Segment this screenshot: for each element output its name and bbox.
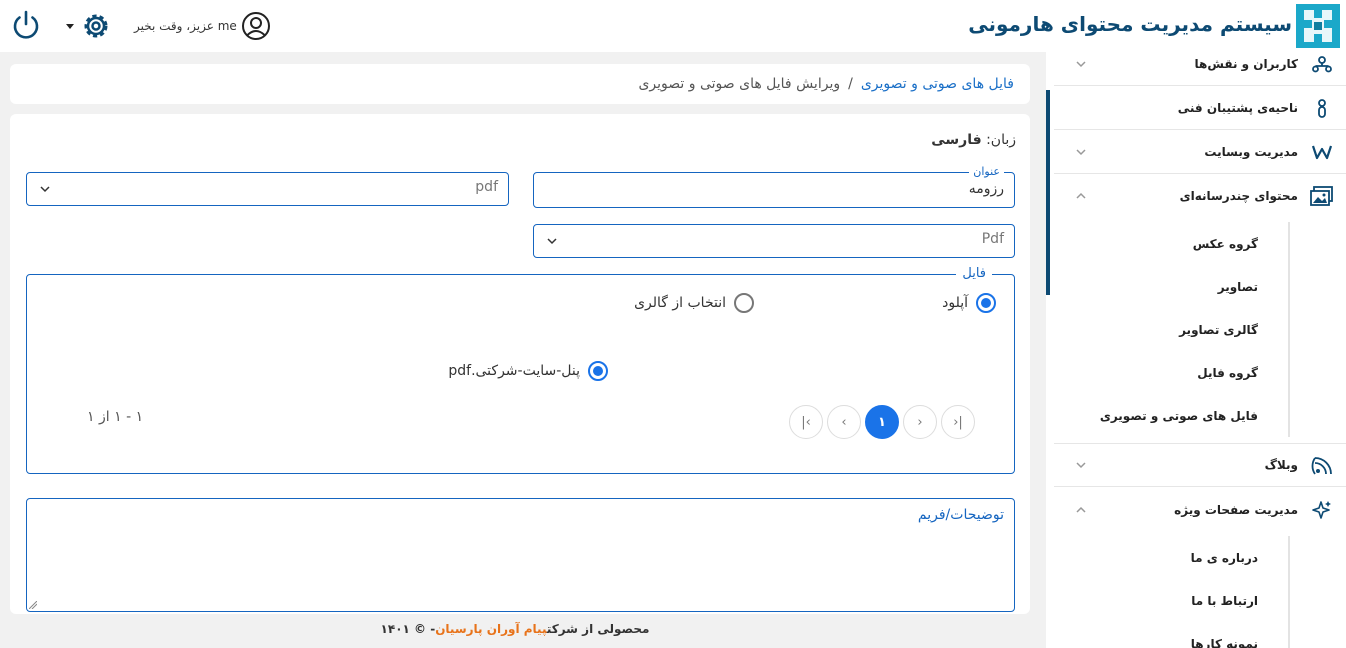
- chevron-down-icon: [1074, 57, 1088, 71]
- file-name: پنل-سایت-شرکتی.pdf: [448, 363, 580, 379]
- title-value: رزومه: [968, 181, 1004, 197]
- title-field[interactable]: عنوان رزومه: [533, 165, 1015, 208]
- sidebar-item-website[interactable]: مدیریت وبسایت: [1054, 130, 1346, 174]
- first-page-button[interactable]: |‹: [789, 405, 823, 439]
- chevron-down-icon: [40, 186, 50, 193]
- chevron-down-icon: [547, 238, 557, 245]
- chevron-left-icon: ‹: [841, 414, 847, 430]
- power-button[interactable]: [10, 9, 42, 41]
- language-indicator: زبان: فارسی: [931, 132, 1016, 148]
- description-placeholder: توضیحات/فریم: [917, 507, 1004, 523]
- category-select[interactable]: Pdf: [533, 224, 1015, 258]
- special-pages-submenu: درباره ی ما ارتباط با ما نمونه کارها: [1191, 536, 1290, 648]
- submenu-item-contact-us[interactable]: ارتباط با ما: [1191, 579, 1288, 622]
- gear-icon: [84, 14, 108, 38]
- description-textarea[interactable]: توضیحات/فریم: [26, 498, 1015, 612]
- chevron-right-icon: ›: [917, 414, 923, 430]
- sparkle-icon: [1310, 498, 1334, 522]
- breadcrumb-separator: /: [848, 76, 853, 92]
- sidebar: کاربران و نقش‌ها ناحیه‌ی پشتیبان فنی مدی…: [1046, 52, 1346, 648]
- user-avatar-icon: [241, 12, 270, 40]
- language-value: فارسی: [931, 132, 982, 148]
- file-option-radio[interactable]: پنل-سایت-شرکتی.pdf: [448, 361, 608, 381]
- radio-checked-icon: [588, 361, 608, 381]
- sidebar-item-multimedia[interactable]: محتوای چندرسانه‌ای: [1054, 174, 1346, 218]
- power-icon: [13, 10, 39, 39]
- greeting-text: me عزیز، وقت بخیر: [134, 19, 237, 33]
- category-value: Pdf: [981, 231, 1004, 247]
- upload-radio[interactable]: آپلود: [942, 293, 996, 313]
- upload-label: آپلود: [942, 295, 968, 311]
- title-legend: عنوان: [969, 165, 1004, 178]
- file-fieldset: فایل آپلود انتخاب از گالری پنل-سایت-شرکت…: [26, 266, 1015, 474]
- logo: [1296, 4, 1340, 48]
- multimedia-submenu: گروه عکس تصاویر گالری تصاویر گروه فایل ف…: [1100, 222, 1290, 437]
- file-type-select[interactable]: pdf: [26, 172, 509, 206]
- pagination: |‹ ‹ ۱ › ›|: [789, 405, 979, 439]
- first-page-icon: |‹: [801, 414, 811, 430]
- sidebar-item-special-pages[interactable]: مدیریت صفحات ویژه: [1054, 488, 1346, 532]
- chevron-down-icon: [1074, 458, 1088, 472]
- breadcrumb-current: ویرایش فایل های صوتی و تصویری: [638, 76, 841, 92]
- sidebar-scroll-indicator[interactable]: [1046, 90, 1050, 295]
- breadcrumb: فایل های صوتی و تصویری / ویرایش فایل های…: [10, 64, 1030, 104]
- submenu-item-image-gallery[interactable]: گالری تصاویر: [1100, 308, 1288, 351]
- footer: محصولی از شرکتپیام آوران پارسیان- © ۱۴۰۱: [0, 622, 1030, 636]
- page-button-current[interactable]: ۱: [865, 405, 899, 439]
- submenu-item-about-us[interactable]: درباره ی ما: [1191, 536, 1288, 579]
- sidebar-item-blog[interactable]: وبلاگ: [1054, 443, 1346, 487]
- submenu-item-file-group[interactable]: گروه فایل: [1100, 351, 1288, 394]
- gallery-label: انتخاب از گالری: [634, 295, 726, 311]
- language-label: زبان:: [986, 132, 1016, 148]
- footer-brand-link[interactable]: پیام آوران پارسیان: [435, 622, 547, 636]
- chevron-up-icon: [1074, 503, 1088, 517]
- settings-menu-button[interactable]: [64, 10, 114, 42]
- page-info: ۱ - ۱ از ۱: [87, 409, 144, 425]
- file-type-value: pdf: [475, 179, 498, 195]
- submenu-item-photo-group[interactable]: گروه عکس: [1100, 222, 1288, 265]
- chevron-down-icon: [1074, 145, 1088, 159]
- radio-checked-icon: [976, 293, 996, 313]
- multimedia-icon: [1310, 184, 1334, 208]
- resize-handle-icon[interactable]: [29, 601, 37, 609]
- sidebar-item-support[interactable]: ناحیه‌ی پشتیبان فنی: [1054, 86, 1346, 130]
- breadcrumb-link-media-files[interactable]: فایل های صوتی و تصویری: [861, 76, 1014, 92]
- blog-icon: [1310, 453, 1334, 477]
- user-menu[interactable]: me عزیز، وقت بخیر: [134, 10, 271, 42]
- edit-form-card: زبان: فارسی عنوان رزومه pdf Pdf فایل آپل…: [10, 114, 1030, 614]
- app-title: سیستم مدیریت محتوای هارمونی: [968, 12, 1292, 36]
- submenu-item-images[interactable]: تصاویر: [1100, 265, 1288, 308]
- submenu-item-media-files[interactable]: فایل های صوتی و تصویری: [1100, 394, 1288, 437]
- website-icon: [1310, 140, 1334, 164]
- file-legend: فایل: [956, 266, 992, 281]
- submenu-item-portfolio[interactable]: نمونه کارها: [1191, 622, 1288, 648]
- caret-down-icon: [66, 24, 74, 29]
- prev-page-button[interactable]: ‹: [827, 405, 861, 439]
- sidebar-item-users[interactable]: کاربران و نقش‌ها: [1054, 52, 1346, 86]
- gallery-radio[interactable]: انتخاب از گالری: [634, 293, 754, 313]
- radio-unchecked-icon: [734, 293, 754, 313]
- last-page-icon: ›|: [953, 414, 963, 430]
- top-header: سیستم مدیریت محتوای هارمونی me عزیز، وقت…: [0, 0, 1346, 52]
- users-roles-icon: [1310, 52, 1334, 76]
- next-page-button[interactable]: ›: [903, 405, 937, 439]
- chevron-up-icon: [1074, 189, 1088, 203]
- footer-prefix: محصولی از شرکت: [546, 622, 650, 636]
- last-page-button[interactable]: ›|: [941, 405, 975, 439]
- footer-suffix: - © ۱۴۰۱: [380, 622, 436, 636]
- support-icon: [1310, 96, 1334, 120]
